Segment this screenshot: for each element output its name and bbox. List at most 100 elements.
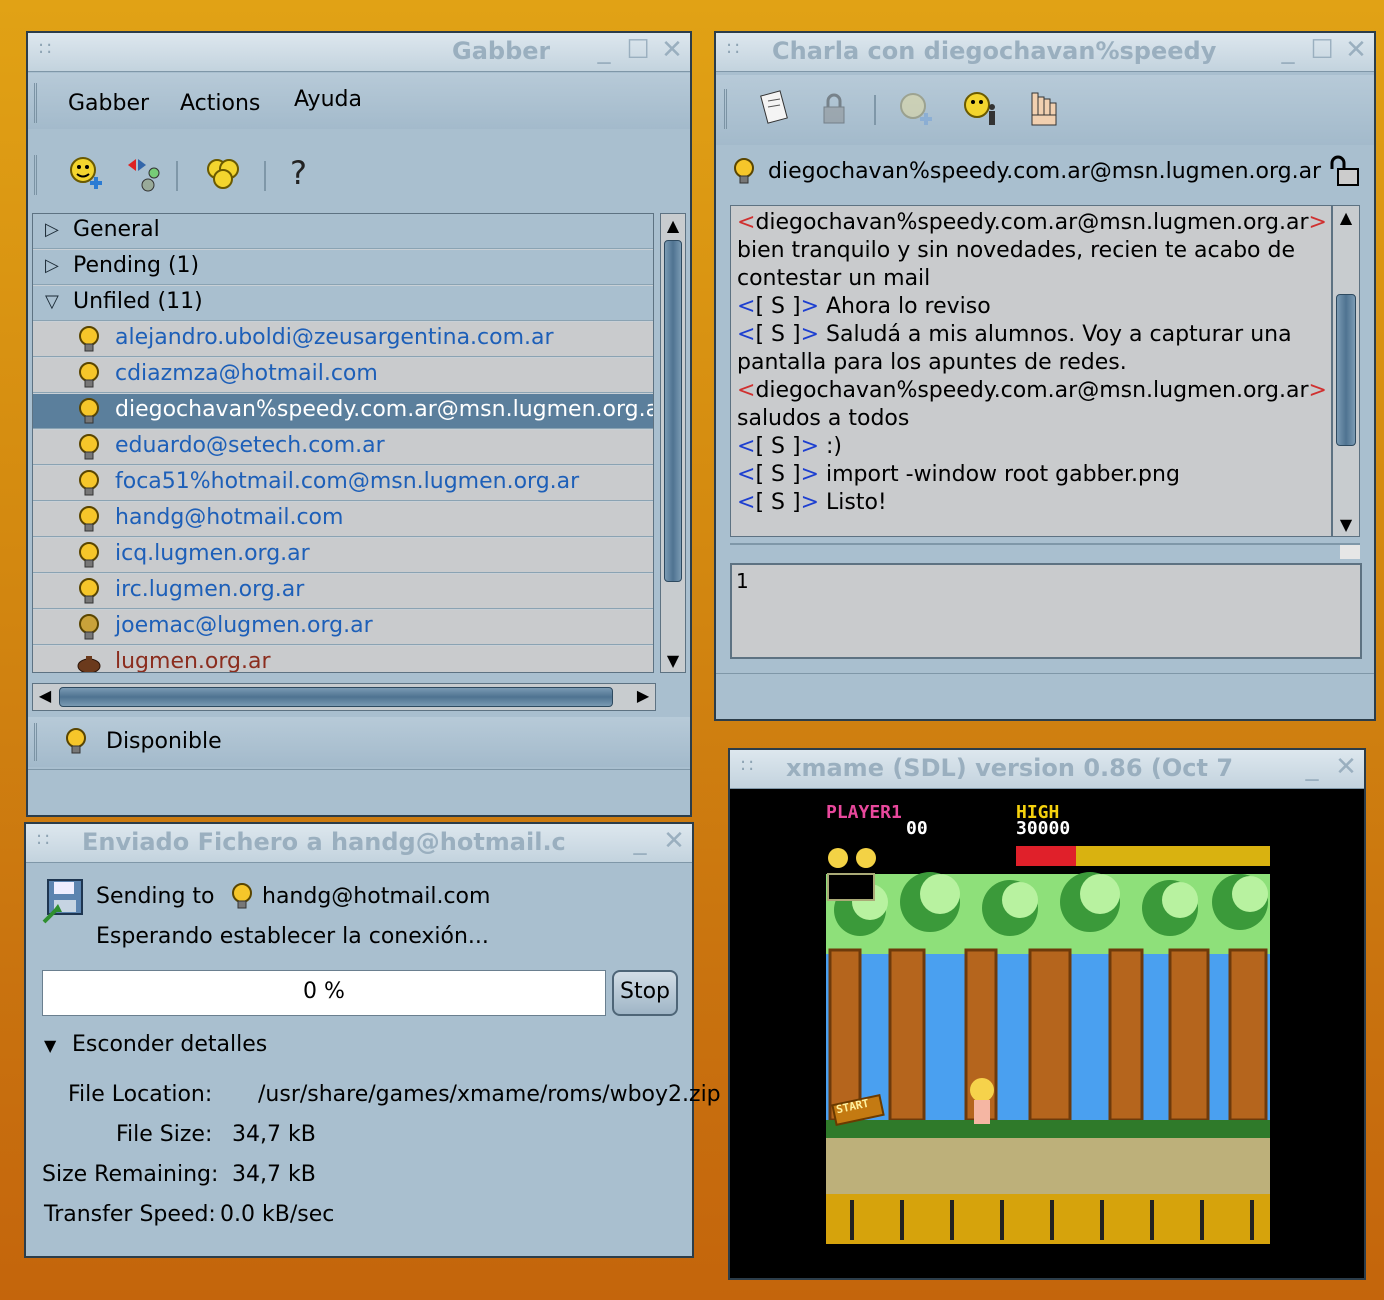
roster-contact[interactable]: alejandro.uboldi@zeusargentina.com.ar <box>33 322 653 357</box>
menu-ayuda[interactable]: Ayuda <box>294 87 362 112</box>
message-text: contestar un mail <box>737 266 931 291</box>
presence-bar: Disponible <box>28 717 690 767</box>
presence-handle[interactable] <box>34 723 45 761</box>
roster-group[interactable]: ▷ General <box>33 214 653 249</box>
nick-bracket: > <box>800 434 819 459</box>
nick-bracket: > <box>800 462 819 487</box>
scroll-down-arrow-icon[interactable]: ▼ <box>1336 515 1356 534</box>
scroll-up-arrow-icon[interactable]: ▲ <box>663 216 683 235</box>
minimize-button[interactable]: _ <box>1276 35 1300 65</box>
window-grip[interactable]: :: <box>36 828 52 849</box>
window-title: Charla con diegochavan%speedy <box>772 37 1217 65</box>
sending-to-label: Sending to <box>96 884 215 909</box>
hand-icon[interactable] <box>1026 89 1060 140</box>
scroll-thumb[interactable] <box>664 240 682 582</box>
transfer-titlebar[interactable]: :: Enviado Fichero a handg@hotmail.c _ ✕ <box>26 824 692 863</box>
toolbar-handle[interactable] <box>34 155 45 195</box>
minimize-button[interactable]: _ <box>628 826 652 856</box>
menu-gabber[interactable]: Gabber <box>68 91 149 116</box>
group-chat-icon[interactable] <box>204 153 244 204</box>
contact-bulb-icon <box>79 398 99 424</box>
chat-contact-jid: diegochavan%speedy.com.ar@msn.lugmen.org… <box>768 159 1322 184</box>
roster-contact[interactable]: irc.lugmen.org.ar <box>33 574 653 609</box>
encryption-lock-icon[interactable] <box>818 89 852 140</box>
window-grip[interactable]: :: <box>726 37 742 58</box>
roster-contact[interactable]: cdiazmza@hotmail.com <box>33 358 653 393</box>
close-button[interactable]: ✕ <box>1334 752 1358 782</box>
chat-vscrollbar[interactable]: ▲ ▼ <box>1332 205 1360 537</box>
xmame-titlebar[interactable]: :: xmame (SDL) version 0.86 (Oct 7 _ ✕ <box>730 750 1364 789</box>
add-contact-icon[interactable] <box>898 89 936 140</box>
chat-log[interactable]: <diegochavan%speedy.com.ar@msn.lugmen.or… <box>730 205 1332 537</box>
message-text: :) <box>819 434 842 459</box>
chat-message-line: <diegochavan%speedy.com.ar@msn.lugmen.or… <box>737 378 1327 403</box>
scroll-right-arrow-icon[interactable]: ▶ <box>633 686 653 705</box>
contact-jid: alejandro.uboldi@zeusargentina.com.ar <box>115 325 554 350</box>
xmame-window: :: xmame (SDL) version 0.86 (Oct 7 _ ✕ P… <box>728 748 1366 1280</box>
scroll-up-arrow-icon[interactable]: ▲ <box>1336 208 1356 227</box>
maximize-button[interactable]: ☐ <box>1310 35 1334 65</box>
message-entry[interactable]: 1 <box>730 563 1362 659</box>
roster-list[interactable]: ▷ General ▷ Pending (1) ▽ Unfiled (11) a… <box>32 213 654 673</box>
roster-contact[interactable]: joemac@lugmen.org.ar <box>33 610 653 645</box>
scroll-thumb[interactable] <box>59 687 613 707</box>
close-button[interactable]: ✕ <box>662 826 686 856</box>
add-contact-icon[interactable] <box>68 153 104 204</box>
scroll-thumb[interactable] <box>1336 294 1356 446</box>
roster-contact[interactable]: eduardo@setech.com.ar <box>33 430 653 465</box>
history-icon[interactable] <box>758 89 792 140</box>
window-grip[interactable]: :: <box>740 754 756 775</box>
roster-contact[interactable]: lugmen.org.ar <box>33 646 653 672</box>
minimize-button[interactable]: _ <box>1300 752 1324 782</box>
chat-message-line: <[ S ]> Saludá a mis alumnos. Voy a capt… <box>737 322 1292 347</box>
roster-contact[interactable]: foca51%hotmail.com@msn.lugmen.org.ar <box>33 466 653 501</box>
scroll-left-arrow-icon[interactable]: ◀ <box>35 686 55 705</box>
chat-titlebar[interactable]: :: Charla con diegochavan%speedy _ ☐ ✕ <box>716 33 1374 72</box>
file-size-value: 34,7 kB <box>232 1122 316 1147</box>
menubar-handle[interactable] <box>34 83 45 123</box>
roster-contact[interactable]: diegochavan%speedy.com.ar@msn.lugmen.org… <box>33 394 653 429</box>
close-button[interactable]: ✕ <box>660 35 684 65</box>
expander-expanded-icon[interactable]: ▽ <box>45 291 59 312</box>
transfer-progress-bar: 0 % <box>42 970 606 1016</box>
roster-contact[interactable]: icq.lugmen.org.ar <box>33 538 653 573</box>
expander-collapsed-icon[interactable]: ▷ <box>45 219 59 240</box>
close-button[interactable]: ✕ <box>1344 35 1368 65</box>
menu-actions[interactable]: Actions <box>180 91 260 116</box>
maximize-button[interactable]: ☐ <box>626 35 650 65</box>
status-label: Disponible <box>106 729 222 754</box>
expander-collapsed-icon[interactable]: ▷ <box>45 255 59 276</box>
game-screen[interactable]: PLAYER1 00 HIGH 30000 START <box>730 790 1364 1250</box>
message-text: import -window root gabber.png <box>819 462 1180 487</box>
nick-bracket: > <box>800 322 819 347</box>
nick: [ S ] <box>755 462 801 487</box>
roster-contact[interactable]: handg@hotmail.com <box>33 502 653 537</box>
chat-contact-header: diegochavan%speedy.com.ar@msn.lugmen.org… <box>716 153 1374 197</box>
file-size-label: File Size: <box>116 1122 213 1147</box>
toolbar-separator <box>176 161 178 191</box>
roster-hscrollbar[interactable]: ◀ ▶ <box>32 683 656 711</box>
nick-bracket: < <box>737 210 756 235</box>
pane-handle[interactable] <box>1340 545 1360 559</box>
transport-icon[interactable] <box>124 153 164 204</box>
gabber-titlebar[interactable]: :: Gabber _ ☐ ✕ <box>28 33 690 72</box>
unlocked-icon[interactable] <box>1328 155 1362 187</box>
help-icon[interactable]: ? <box>290 153 307 193</box>
toolbar-separator <box>874 95 876 125</box>
roster-group[interactable]: ▷ Pending (1) <box>33 250 653 285</box>
hud-player-score: 00 <box>906 818 928 839</box>
message-text: saludos a todos <box>737 406 910 431</box>
roster-group[interactable]: ▽ Unfiled (11) <box>33 286 653 321</box>
group-label: General <box>73 217 160 242</box>
toolbar: ? <box>28 141 690 211</box>
window-grip[interactable]: :: <box>38 37 54 58</box>
roster-vscrollbar[interactable]: ▲ ▼ <box>660 213 686 673</box>
toolbar-handle[interactable] <box>724 89 735 129</box>
pane-divider[interactable] <box>730 543 1360 559</box>
stop-button[interactable]: Stop <box>612 970 678 1016</box>
chat-message-line: bien tranquilo y sin novedades, recien t… <box>737 238 1295 263</box>
scroll-down-arrow-icon[interactable]: ▼ <box>663 651 683 670</box>
contact-jid: eduardo@setech.com.ar <box>115 433 385 458</box>
contact-info-icon[interactable] <box>962 89 1000 140</box>
minimize-button[interactable]: _ <box>592 35 616 65</box>
